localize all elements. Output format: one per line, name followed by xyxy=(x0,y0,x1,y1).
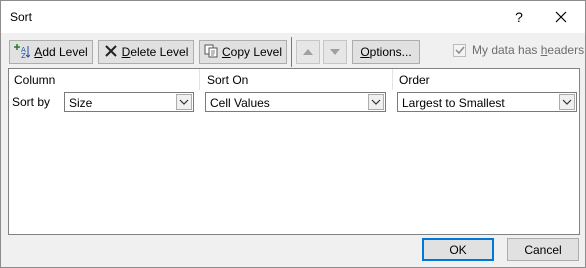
cancel-button[interactable]: Cancel xyxy=(507,238,579,261)
sort-on-header: Sort On xyxy=(207,73,249,87)
copy-level-button[interactable]: Copy Level xyxy=(199,40,287,64)
dialog-title: Sort xyxy=(10,10,33,24)
add-level-button[interactable]: A Z Add Level xyxy=(9,40,93,64)
chevron-down-icon xyxy=(179,99,189,105)
dropdown-button[interactable] xyxy=(559,94,575,110)
chevron-down-icon xyxy=(562,99,572,105)
move-down-button[interactable] xyxy=(323,40,347,64)
column-select-value: Size xyxy=(69,96,93,110)
sort-dialog: Sort ? A Z Add Level Delete Level Copy L… xyxy=(0,0,586,268)
copy-level-label: Copy Level xyxy=(221,45,283,59)
arrow-down-icon xyxy=(330,49,340,55)
svg-text:Z: Z xyxy=(21,52,26,59)
header-divider xyxy=(392,69,393,90)
checkbox-box[interactable] xyxy=(453,43,466,57)
headers-checkbox-label: My data has headers xyxy=(472,43,585,57)
chevron-down-icon xyxy=(371,99,381,105)
ok-button[interactable]: OK xyxy=(422,238,494,261)
order-select[interactable]: Largest to Smallest xyxy=(397,92,577,112)
column-select[interactable]: Size xyxy=(64,92,194,112)
copy-icon xyxy=(204,44,218,61)
column-header: Column xyxy=(14,73,56,87)
move-up-button[interactable] xyxy=(296,40,320,64)
close-button[interactable] xyxy=(549,7,573,27)
arrow-up-icon xyxy=(303,49,313,55)
add-level-label: Add Level xyxy=(34,45,88,59)
order-select-value: Largest to Smallest xyxy=(402,96,505,110)
delete-level-label: Delete Level xyxy=(121,45,189,59)
dropdown-button[interactable] xyxy=(368,94,384,110)
delete-level-button[interactable]: Delete Level xyxy=(98,40,194,64)
dropdown-button[interactable] xyxy=(176,94,192,110)
my-data-has-headers-checkbox[interactable]: My data has headers xyxy=(453,43,584,57)
options-label: Options... xyxy=(360,45,412,59)
sort-levels-grid: Column Sort On Order Sort by Size Cell V… xyxy=(8,68,580,235)
close-icon xyxy=(555,11,567,23)
header-divider xyxy=(199,69,200,90)
help-button[interactable]: ? xyxy=(509,7,529,27)
sort-on-select[interactable]: Cell Values xyxy=(205,92,386,112)
sort-on-select-value: Cell Values xyxy=(210,96,270,110)
sort-by-label: Sort by xyxy=(12,95,51,109)
add-level-icon: A Z xyxy=(14,43,31,62)
grid-header-row: Column Sort On Order xyxy=(9,69,579,90)
toolbar-separator xyxy=(291,37,292,67)
checkmark-icon xyxy=(454,46,465,55)
delete-x-icon xyxy=(104,44,118,61)
options-button[interactable]: Options... xyxy=(352,40,420,64)
title-bar: Sort ? xyxy=(1,1,585,33)
order-header: Order xyxy=(399,73,430,87)
